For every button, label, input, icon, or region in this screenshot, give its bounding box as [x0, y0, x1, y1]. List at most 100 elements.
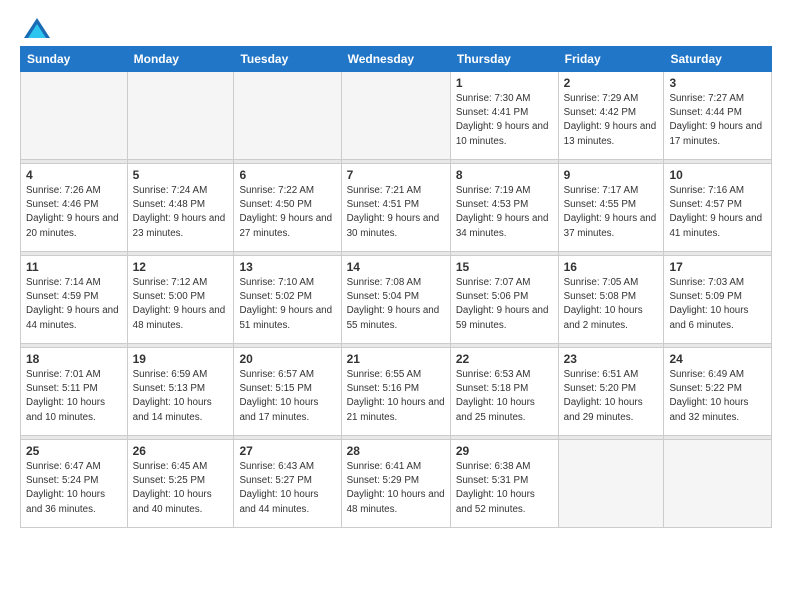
calendar-week-row: 25 Sunrise: 6:47 AMSunset: 5:24 PMDayligh… — [21, 440, 772, 528]
day-detail: Sunrise: 7:14 AMSunset: 4:59 PMDaylight:… — [26, 276, 122, 333]
day-detail: Sunrise: 6:45 AMSunset: 5:25 PMDaylight:… — [133, 460, 229, 517]
calendar-cell: 12 Sunrise: 7:12 AMSunset: 5:00 PMDayligh… — [127, 256, 234, 344]
calendar-week-row: 18Sunrise: 7:01 AMSunset: 5:11 PMDayligh… — [21, 348, 772, 436]
day-detail: Sunrise: 7:17 AMSunset: 4:55 PMDaylight:… — [564, 184, 659, 241]
day-detail: Sunrise: 7:16 AMSunset: 4:57 PMDaylight:… — [669, 184, 766, 241]
calendar-cell — [664, 440, 772, 528]
day-number: 20 — [239, 352, 335, 366]
header — [20, 16, 772, 40]
day-number: 28 — [347, 444, 445, 458]
day-detail: Sunrise: 6:43 AMSunset: 5:27 PMDaylight:… — [239, 460, 335, 517]
weekday-header: Thursday — [450, 47, 558, 72]
calendar-cell — [558, 440, 664, 528]
day-number: 23 — [564, 352, 659, 366]
day-detail: Sunrise: 6:47 AMSunset: 5:24 PMDaylight:… — [26, 460, 122, 517]
calendar-cell: 14 Sunrise: 7:08 AMSunset: 5:04 PMDayligh… — [341, 256, 450, 344]
calendar-cell: 22 Sunrise: 6:53 AMSunset: 5:18 PMDayligh… — [450, 348, 558, 436]
calendar-cell: 29Sunrise: 6:38 AMSunset: 5:31 PMDayligh… — [450, 440, 558, 528]
day-number: 4 — [26, 168, 122, 182]
day-detail: Sunrise: 6:53 AMSunset: 5:18 PMDaylight:… — [456, 368, 553, 425]
weekday-header: Monday — [127, 47, 234, 72]
day-detail: Sunrise: 7:24 AMSunset: 4:48 PMDaylight:… — [133, 184, 229, 241]
day-number: 12 — [133, 260, 229, 274]
calendar-cell: 5 Sunrise: 7:24 AMSunset: 4:48 PMDaylight… — [127, 164, 234, 252]
calendar-cell: 15 Sunrise: 7:07 AMSunset: 5:06 PMDayligh… — [450, 256, 558, 344]
day-number: 24 — [669, 352, 766, 366]
day-number: 10 — [669, 168, 766, 182]
day-detail: Sunrise: 7:22 AMSunset: 4:50 PMDaylight:… — [239, 184, 335, 241]
day-number: 18 — [26, 352, 122, 366]
calendar-cell: 4 Sunrise: 7:26 AMSunset: 4:46 PMDaylight… — [21, 164, 128, 252]
day-number: 19 — [133, 352, 229, 366]
calendar-cell — [341, 72, 450, 160]
day-detail: Sunrise: 7:08 AMSunset: 5:04 PMDaylight:… — [347, 276, 445, 333]
day-number: 11 — [26, 260, 122, 274]
day-detail: Sunrise: 6:59 AMSunset: 5:13 PMDaylight:… — [133, 368, 229, 425]
calendar-cell: 21 Sunrise: 6:55 AMSunset: 5:16 PMDayligh… — [341, 348, 450, 436]
calendar-cell: 16 Sunrise: 7:05 AMSunset: 5:08 PMDayligh… — [558, 256, 664, 344]
day-number: 1 — [456, 76, 553, 90]
day-detail: Sunrise: 7:07 AMSunset: 5:06 PMDaylight:… — [456, 276, 553, 333]
calendar-cell: 1Sunrise: 7:30 AMSunset: 4:41 PMDaylight… — [450, 72, 558, 160]
day-detail: Sunrise: 7:03 AMSunset: 5:09 PMDaylight:… — [669, 276, 766, 333]
calendar-cell: 28Sunrise: 6:41 AMSunset: 5:29 PMDayligh… — [341, 440, 450, 528]
day-detail: Sunrise: 6:51 AMSunset: 5:20 PMDaylight:… — [564, 368, 659, 425]
day-number: 21 — [347, 352, 445, 366]
calendar-cell: 13 Sunrise: 7:10 AMSunset: 5:02 PMDayligh… — [234, 256, 341, 344]
calendar-cell: 10 Sunrise: 7:16 AMSunset: 4:57 PMDayligh… — [664, 164, 772, 252]
calendar-cell: 17 Sunrise: 7:03 AMSunset: 5:09 PMDayligh… — [664, 256, 772, 344]
calendar-cell — [21, 72, 128, 160]
calendar-cell — [127, 72, 234, 160]
day-detail: Sunrise: 6:55 AMSunset: 5:16 PMDaylight:… — [347, 368, 445, 425]
day-number: 29 — [456, 444, 553, 458]
calendar-cell: 25 Sunrise: 6:47 AMSunset: 5:24 PMDayligh… — [21, 440, 128, 528]
calendar-cell: 9 Sunrise: 7:17 AMSunset: 4:55 PMDaylight… — [558, 164, 664, 252]
day-number: 26 — [133, 444, 229, 458]
day-number: 22 — [456, 352, 553, 366]
day-number: 14 — [347, 260, 445, 274]
day-number: 9 — [564, 168, 659, 182]
weekday-header: Tuesday — [234, 47, 341, 72]
day-number: 13 — [239, 260, 335, 274]
calendar-cell: 24 Sunrise: 6:49 AMSunset: 5:22 PMDayligh… — [664, 348, 772, 436]
logo — [20, 16, 52, 40]
day-number: 16 — [564, 260, 659, 274]
day-detail: Sunrise: 6:49 AMSunset: 5:22 PMDaylight:… — [669, 368, 766, 425]
calendar-cell: 23 Sunrise: 6:51 AMSunset: 5:20 PMDayligh… — [558, 348, 664, 436]
calendar-week-row: 11 Sunrise: 7:14 AMSunset: 4:59 PMDayligh… — [21, 256, 772, 344]
day-detail: Sunrise: 7:12 AMSunset: 5:00 PMDaylight:… — [133, 276, 229, 333]
day-detail: Sunrise: 7:10 AMSunset: 5:02 PMDaylight:… — [239, 276, 335, 333]
page-container: SundayMondayTuesdayWednesdayThursdayFrid… — [0, 0, 792, 538]
day-number: 27 — [239, 444, 335, 458]
day-number: 8 — [456, 168, 553, 182]
calendar-cell: 3Sunrise: 7:27 AMSunset: 4:44 PMDaylight… — [664, 72, 772, 160]
calendar-cell: 19 Sunrise: 6:59 AMSunset: 5:13 PMDayligh… — [127, 348, 234, 436]
day-detail: Sunrise: 7:26 AMSunset: 4:46 PMDaylight:… — [26, 184, 122, 241]
day-number: 5 — [133, 168, 229, 182]
day-detail: Sunrise: 7:19 AMSunset: 4:53 PMDaylight:… — [456, 184, 553, 241]
day-number: 6 — [239, 168, 335, 182]
weekday-header: Wednesday — [341, 47, 450, 72]
calendar-cell: 26 Sunrise: 6:45 AMSunset: 5:25 PMDayligh… — [127, 440, 234, 528]
calendar-cell: 7 Sunrise: 7:21 AMSunset: 4:51 PMDaylight… — [341, 164, 450, 252]
day-number: 7 — [347, 168, 445, 182]
calendar-table: SundayMondayTuesdayWednesdayThursdayFrid… — [20, 46, 772, 528]
calendar-cell: 18Sunrise: 7:01 AMSunset: 5:11 PMDayligh… — [21, 348, 128, 436]
day-detail: Sunrise: 6:57 AMSunset: 5:15 PMDaylight:… — [239, 368, 335, 425]
weekday-header: Saturday — [664, 47, 772, 72]
weekday-header: Friday — [558, 47, 664, 72]
calendar-week-row: 1Sunrise: 7:30 AMSunset: 4:41 PMDaylight… — [21, 72, 772, 160]
day-detail: Sunrise: 7:05 AMSunset: 5:08 PMDaylight:… — [564, 276, 659, 333]
calendar-cell: 2Sunrise: 7:29 AMSunset: 4:42 PMDaylight… — [558, 72, 664, 160]
day-detail: Sunrise: 7:21 AMSunset: 4:51 PMDaylight:… — [347, 184, 445, 241]
day-detail: Sunrise: 7:29 AMSunset: 4:42 PMDaylight:… — [564, 92, 659, 149]
day-detail: Sunrise: 7:27 AMSunset: 4:44 PMDaylight:… — [669, 92, 766, 149]
weekday-header: Sunday — [21, 47, 128, 72]
day-number: 15 — [456, 260, 553, 274]
day-number: 25 — [26, 444, 122, 458]
calendar-cell: 20 Sunrise: 6:57 AMSunset: 5:15 PMDayligh… — [234, 348, 341, 436]
calendar-cell: 6 Sunrise: 7:22 AMSunset: 4:50 PMDaylight… — [234, 164, 341, 252]
calendar-cell: 8 Sunrise: 7:19 AMSunset: 4:53 PMDaylight… — [450, 164, 558, 252]
day-number: 17 — [669, 260, 766, 274]
calendar-cell — [234, 72, 341, 160]
